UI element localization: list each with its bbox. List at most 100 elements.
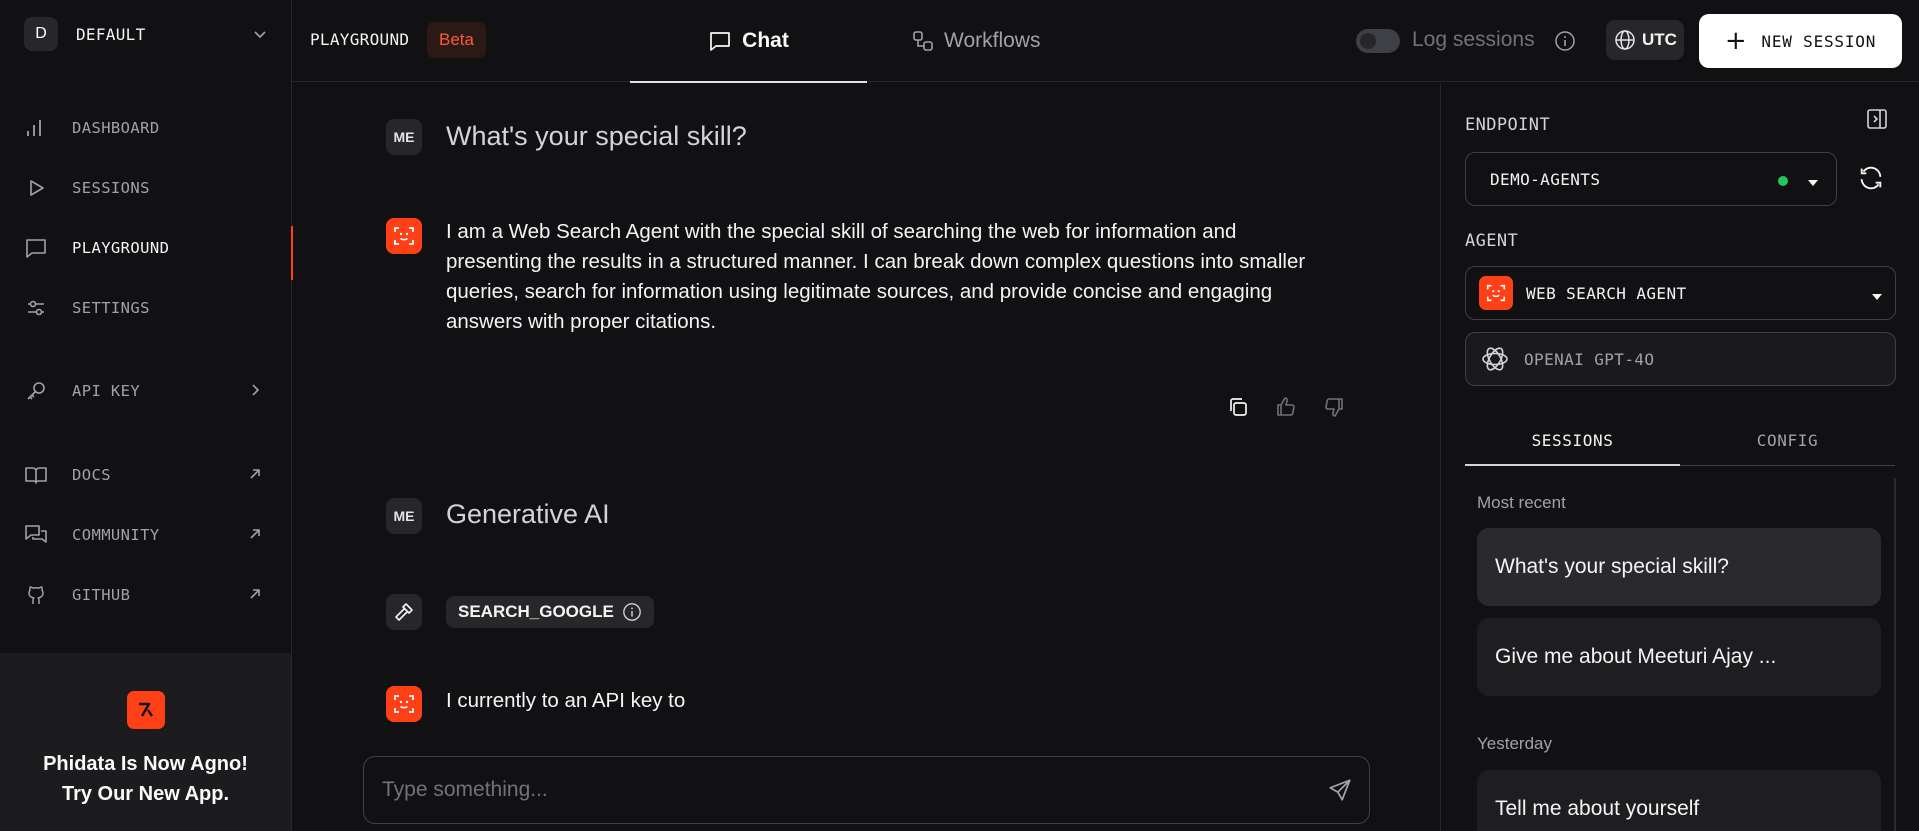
message-composer <box>363 756 1370 824</box>
new-session-button[interactable]: + NEW SESSION <box>1699 14 1902 68</box>
sidebar-item-sessions[interactable]: SESSIONS <box>0 166 292 210</box>
sidebar-item-label: SESSIONS <box>72 179 150 197</box>
log-sessions-toggle[interactable] <box>1356 29 1400 53</box>
sidebar-item-label: DASHBOARD <box>72 119 160 137</box>
external-link-icon <box>246 525 264 548</box>
agno-promo[interactable]: Phidata Is Now Agno! Try Our New App. <box>0 653 291 831</box>
sidebar-item-settings[interactable]: SETTINGS <box>0 286 292 330</box>
refresh-icon[interactable] <box>1857 164 1885 197</box>
book-icon <box>24 463 48 487</box>
session-group-label: Yesterday <box>1477 734 1552 753</box>
messages-icon <box>24 523 48 547</box>
workspace-name: DEFAULT <box>76 24 146 44</box>
sidebar-item-community[interactable]: COMMUNITY <box>0 513 292 557</box>
endpoint-select[interactable]: DEMO-AGENTS <box>1465 152 1837 206</box>
session-group-label: Most recent <box>1477 493 1566 512</box>
right-panel: ENDPOINT DEMO-AGENTS AGENT WEB SEARCH AG… <box>1440 83 1919 831</box>
session-item[interactable]: What's your special skill? <box>1477 528 1881 606</box>
endpoint-value: DEMO-AGENTS <box>1490 169 1601 189</box>
timezone-label: UTC <box>1642 30 1677 49</box>
new-session-label: NEW SESSION <box>1761 31 1877 51</box>
sidebar-item-label: DOCS <box>72 466 111 484</box>
thumbs-down-icon[interactable] <box>1319 392 1349 422</box>
chevron-right-icon <box>246 381 264 404</box>
workspace-switcher[interactable]: D DEFAULT <box>24 17 272 51</box>
sidebar-item-label: GITHUB <box>72 586 131 604</box>
user-message: Generative AI <box>446 499 610 529</box>
message-input[interactable] <box>382 757 1302 823</box>
agno-logo-icon <box>126 691 165 729</box>
sliders-icon <box>24 296 48 320</box>
sidebar-item-label: API KEY <box>72 382 141 400</box>
promo-text: Phidata Is Now Agno! Try Our New App. <box>43 749 248 809</box>
tab-config[interactable]: CONFIG <box>1680 416 1895 466</box>
endpoint-status-dot <box>1778 176 1788 186</box>
external-link-icon <box>246 465 264 488</box>
endpoint-label: ENDPOINT <box>1465 115 1551 135</box>
bar-chart-icon <box>24 116 48 140</box>
model-display: OPENAI GPT-4O <box>1465 332 1896 386</box>
tool-name: SEARCH_GOOGLE <box>458 602 614 621</box>
thumbs-up-icon[interactable] <box>1271 392 1301 422</box>
session-item[interactable]: Give me about Meeturi Ajay ... <box>1477 618 1881 696</box>
app-root: D DEFAULT DASHBOARD SESSIONS PLAYGROUND <box>0 0 1919 831</box>
agent-label: AGENT <box>1465 231 1519 251</box>
sidebar-item-label: PLAYGROUND <box>72 239 170 257</box>
agent-message: I am a Web Search Agent with the special… <box>446 220 1306 333</box>
chat-icon <box>24 236 48 260</box>
openai-logo-icon <box>1478 342 1512 376</box>
promo-line-2: Try Our New App. <box>61 783 230 805</box>
caret-down-icon <box>1871 289 1883 307</box>
sidebar-item-label: SETTINGS <box>72 299 150 317</box>
sidebar-item-github[interactable]: GITHUB <box>0 573 292 617</box>
user-avatar: ME <box>386 119 422 155</box>
user-avatar: ME <box>386 498 422 534</box>
copy-icon[interactable] <box>1223 392 1253 422</box>
send-icon[interactable] <box>1327 777 1353 808</box>
page-title: PLAYGROUND <box>310 30 410 49</box>
sidebar-item-dashboard[interactable]: DASHBOARD <box>0 106 292 150</box>
sidebar-item-api-key[interactable]: API KEY <box>0 369 292 413</box>
agent-select[interactable]: WEB SEARCH AGENT <box>1465 266 1896 320</box>
tab-chat[interactable]: Chat <box>630 0 867 83</box>
top-header: PLAYGROUND Beta Chat Workflows Log sessi… <box>292 0 1919 83</box>
agent-message: I currently to an API key to <box>446 689 686 712</box>
key-icon <box>24 379 48 403</box>
timezone-selector[interactable]: UTC <box>1606 20 1684 60</box>
agent-value: WEB SEARCH AGENT <box>1526 283 1687 303</box>
log-sessions-label: Log sessions <box>1412 28 1535 51</box>
tool-call-chip[interactable]: SEARCH_GOOGLE <box>446 596 654 628</box>
collapse-panel-icon[interactable] <box>1865 107 1889 136</box>
sessions-scrollbar[interactable] <box>1894 478 1896 831</box>
agent-avatar-icon <box>386 218 422 254</box>
promo-line-1: Phidata Is Now Agno! <box>43 753 248 775</box>
session-item[interactable]: Tell me about yourself <box>1477 770 1881 831</box>
tab-sessions[interactable]: SESSIONS <box>1465 416 1680 466</box>
external-link-icon <box>246 585 264 608</box>
user-message: What's your special skill? <box>446 121 747 151</box>
globe-icon <box>1614 29 1636 51</box>
model-value: OPENAI GPT-4O <box>1524 349 1655 369</box>
info-icon <box>622 602 642 622</box>
sidebar-item-label: COMMUNITY <box>72 526 160 544</box>
hammer-icon <box>386 594 422 630</box>
chat-area: ME What's your special skill? I am a Web… <box>292 83 1440 831</box>
beta-badge: Beta <box>427 22 486 58</box>
info-icon[interactable] <box>1554 30 1576 57</box>
tab-label: Workflows <box>944 29 1041 52</box>
caret-down-icon <box>1807 175 1819 193</box>
agent-avatar-icon <box>386 686 422 722</box>
agent-avatar-icon <box>1479 276 1513 310</box>
plus-icon: + <box>1724 26 1748 56</box>
chat-icon <box>708 29 732 53</box>
chevron-down-icon <box>252 26 268 47</box>
play-icon <box>24 176 48 200</box>
sidebar: D DEFAULT DASHBOARD SESSIONS PLAYGROUND <box>0 0 293 831</box>
sidebar-item-playground[interactable]: PLAYGROUND <box>0 226 293 280</box>
workflow-icon <box>912 30 934 52</box>
tab-workflows[interactable]: Workflows <box>912 0 1040 82</box>
tab-label: Chat <box>742 29 789 52</box>
sidebar-item-docs[interactable]: DOCS <box>0 453 292 497</box>
github-icon <box>24 583 48 607</box>
workspace-avatar: D <box>24 17 58 51</box>
